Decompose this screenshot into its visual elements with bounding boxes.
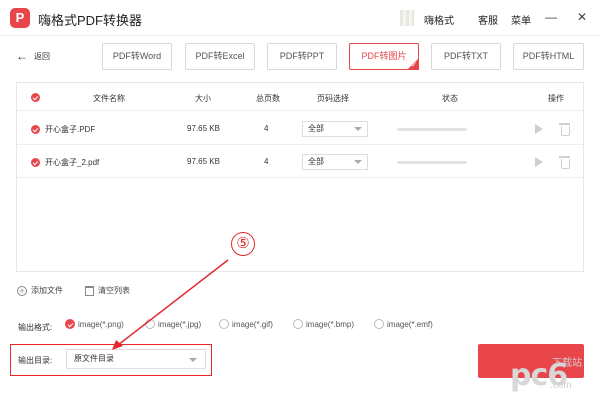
- file-name: 开心盒子_2.pdf: [45, 158, 100, 167]
- radio-icon: [293, 319, 303, 329]
- tab-pdf-to-html[interactable]: PDF转HTML: [513, 43, 584, 70]
- check-icon: ✓: [411, 62, 417, 69]
- header-file-name: 文件名称: [93, 94, 125, 103]
- file-table: 文件名称 大小 总页数 页码选择 状态 操作 开心盒子.PDF 97.65 KB…: [16, 82, 584, 272]
- format-option-label: image(*.png): [78, 319, 124, 329]
- trash-icon: [85, 285, 94, 296]
- page-select-dropdown[interactable]: 全部: [302, 154, 368, 170]
- select-all-checkbox[interactable]: [31, 93, 40, 102]
- customer-service-button[interactable]: 客服: [478, 12, 498, 27]
- app-logo: P: [10, 8, 30, 28]
- watermark: pc6 下载站 .com: [500, 350, 600, 396]
- tab-pdf-to-ppt[interactable]: PDF转PPT: [267, 43, 337, 70]
- conversion-progress-bar: [397, 161, 467, 164]
- format-option-label: image(*.emf): [387, 319, 433, 329]
- output-format-label: 输出格式:: [18, 323, 53, 332]
- title-bar: P 嗨格式PDF转换器 嗨格式 客服 菜单 — ✕: [0, 0, 600, 36]
- chevron-down-icon: [189, 358, 197, 362]
- user-avatar[interactable]: [400, 10, 414, 26]
- back-label: 返回: [34, 51, 50, 61]
- header-pages: 总页数: [256, 94, 280, 103]
- radio-icon: [374, 319, 384, 329]
- format-option-jpg[interactable]: image(*.jpg): [145, 319, 201, 329]
- header-page-select: 页码选择: [317, 94, 349, 103]
- play-icon[interactable]: [535, 157, 543, 167]
- conversion-progress-bar: [397, 128, 467, 131]
- chevron-down-icon: [354, 160, 362, 164]
- radio-icon: [219, 319, 229, 329]
- add-file-label: 添加文件: [31, 286, 63, 295]
- delete-icon[interactable]: [559, 156, 570, 169]
- table-row: 开心盒子_2.pdf 97.65 KB 4 全部: [17, 146, 583, 178]
- step-number-badge: ⑤: [231, 232, 255, 256]
- close-button[interactable]: ✕: [577, 11, 587, 23]
- clear-list-label: 清空列表: [98, 286, 130, 295]
- format-option-png[interactable]: image(*.png): [65, 319, 124, 329]
- table-header: 文件名称 大小 总页数 页码选择 状态 操作: [17, 83, 583, 111]
- tab-pdf-to-image-label: PDF转图片: [361, 51, 407, 61]
- app-title: 嗨格式PDF转换器: [38, 13, 143, 28]
- radio-icon: [145, 319, 155, 329]
- output-dir-value: 原文件目录: [74, 354, 114, 363]
- plus-circle-icon: +: [17, 285, 27, 296]
- format-option-label: image(*.gif): [232, 319, 273, 329]
- add-file-button[interactable]: + 添加文件: [17, 285, 63, 296]
- delete-icon[interactable]: [559, 123, 570, 136]
- minimize-button[interactable]: —: [545, 11, 557, 23]
- format-option-emf[interactable]: image(*.emf): [374, 319, 433, 329]
- file-name: 开心盒子.PDF: [45, 125, 96, 134]
- menu-button[interactable]: 菜单: [511, 12, 531, 27]
- tab-pdf-to-txt[interactable]: PDF转TXT: [431, 43, 501, 70]
- file-pages: 4: [264, 157, 269, 166]
- file-size: 97.65 KB: [187, 124, 220, 133]
- play-icon[interactable]: [535, 124, 543, 134]
- watermark-text: 下载站: [552, 358, 582, 369]
- tab-pdf-to-excel[interactable]: PDF转Excel: [185, 43, 255, 70]
- format-option-label: image(*.bmp): [306, 319, 355, 329]
- header-action: 操作: [548, 94, 564, 103]
- format-option-bmp[interactable]: image(*.bmp): [293, 319, 354, 329]
- file-pages: 4: [264, 124, 269, 133]
- header-size: 大小: [195, 94, 211, 103]
- format-option-label: image(*.jpg): [158, 319, 202, 329]
- row-checkbox[interactable]: [31, 125, 40, 134]
- output-dir-label: 输出目录:: [18, 356, 53, 365]
- back-button[interactable]: ← 返回: [16, 49, 50, 63]
- file-size: 97.65 KB: [187, 157, 220, 166]
- tab-pdf-to-word[interactable]: PDF转Word: [102, 43, 172, 70]
- watermark-url: .com: [550, 380, 572, 391]
- page-select-value: 全部: [308, 157, 324, 166]
- chevron-down-icon: [354, 127, 362, 131]
- output-dir-dropdown[interactable]: 原文件目录: [66, 349, 206, 369]
- clear-list-button[interactable]: 清空列表: [85, 285, 130, 296]
- user-name[interactable]: 嗨格式: [424, 12, 454, 27]
- format-option-gif[interactable]: image(*.gif): [219, 319, 273, 329]
- table-row: 开心盒子.PDF 97.65 KB 4 全部: [17, 113, 583, 145]
- arrow-left-icon: ←: [16, 49, 28, 63]
- header-status: 状态: [442, 94, 458, 103]
- page-select-value: 全部: [308, 124, 324, 133]
- page-select-dropdown[interactable]: 全部: [302, 121, 368, 137]
- row-checkbox[interactable]: [31, 158, 40, 167]
- radio-selected-icon: [65, 319, 75, 329]
- tab-pdf-to-image[interactable]: PDF转图片 ✓: [349, 43, 419, 70]
